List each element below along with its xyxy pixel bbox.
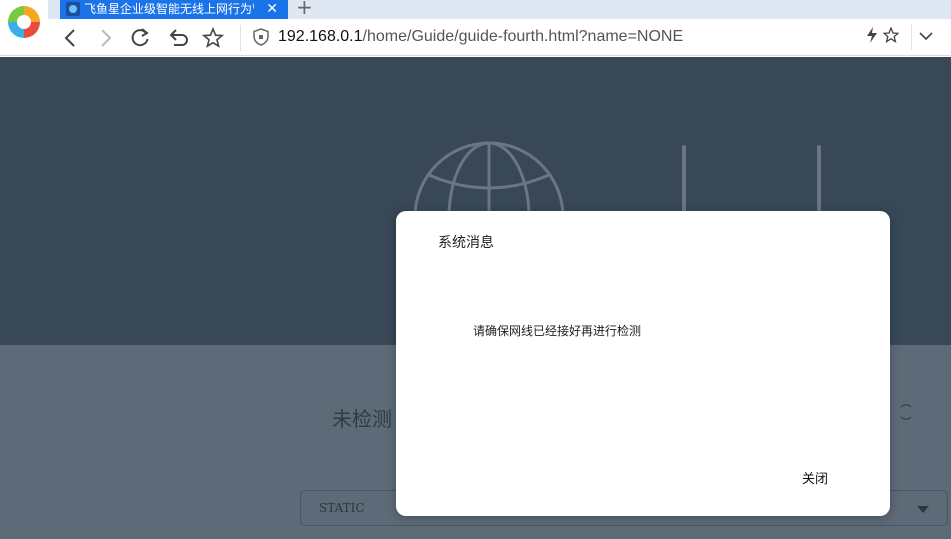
dialog-message: 请确保网线已经接好再进行检测 xyxy=(473,324,642,338)
address-bar[interactable]: 192.168.0.1/home/Guide/guide-fourth.html… xyxy=(248,19,908,56)
star-icon xyxy=(202,27,224,48)
dialog-title: 系统消息 xyxy=(438,235,494,251)
connection-type-value: STATIC xyxy=(319,501,365,515)
shield-icon xyxy=(253,28,269,46)
refresh-icon[interactable] xyxy=(897,403,915,421)
reload-icon xyxy=(131,28,149,47)
chevron-down-icon[interactable] xyxy=(918,30,934,42)
close-tab-icon[interactable]: ✕ xyxy=(266,0,278,19)
tab-active[interactable]: 飞鱼星企业级智能无线上网行为管理 ✕ xyxy=(60,0,288,19)
undo-icon xyxy=(169,29,188,46)
url-path: /home/Guide/guide-fourth.html?name=NONE xyxy=(362,28,684,45)
undo-close-button[interactable] xyxy=(165,25,191,51)
lightning-icon[interactable] xyxy=(866,27,878,43)
chevron-right-icon xyxy=(101,29,112,47)
reload-button[interactable] xyxy=(127,25,153,51)
dropdown-arrow-icon xyxy=(917,506,929,513)
browser-logo-icon xyxy=(0,0,48,48)
favorite-button[interactable] xyxy=(200,25,226,51)
url-text[interactable]: 192.168.0.1/home/Guide/guide-fourth.html… xyxy=(278,28,683,46)
forward-button[interactable] xyxy=(92,25,118,51)
browser-toolbar: 192.168.0.1/home/Guide/guide-fourth.html… xyxy=(0,19,951,56)
new-tab-button[interactable]: + xyxy=(296,0,313,17)
close-button[interactable]: 关闭 xyxy=(802,468,828,487)
system-message-dialog: 系统消息 请确保网线已经接好再进行检测 关闭 xyxy=(396,211,890,516)
detection-status-text: 未检测 xyxy=(332,409,392,431)
bookmark-star-icon[interactable] xyxy=(883,27,899,43)
back-button[interactable] xyxy=(58,25,84,51)
site-favicon-icon xyxy=(66,2,80,16)
url-host: 192.168.0.1 xyxy=(278,28,363,45)
chevron-left-icon xyxy=(64,29,75,47)
toolbar-divider-right xyxy=(911,24,912,50)
tab-title: 飞鱼星企业级智能无线上网行为管理 xyxy=(84,2,254,16)
toolbar-divider xyxy=(240,25,241,51)
